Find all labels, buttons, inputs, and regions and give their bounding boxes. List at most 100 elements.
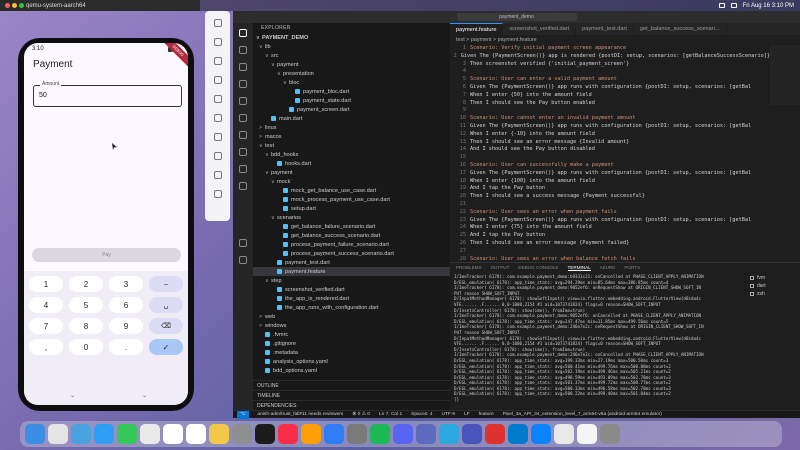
terminal-instance[interactable]: zsh [750,290,800,298]
volume-up-icon[interactable] [213,38,222,46]
terminal-instance[interactable]: dart [750,282,800,290]
testing-icon[interactable] [239,131,247,139]
file-item[interactable]: hooks.dart [253,159,450,168]
keyboard-key[interactable]: 6 [109,297,143,313]
folder-item[interactable]: > macos [253,132,450,141]
keyboard-key[interactable]: 3 [109,276,143,292]
dock-app-icon[interactable] [209,424,229,444]
back-icon[interactable] [213,133,222,141]
terminal-output[interactable]: I/ImeTracker( 6178): com.example.payment… [454,274,746,410]
folder-item[interactable]: ∨ src [253,51,450,60]
editor-tab[interactable]: payment.feature [450,23,504,35]
code-editor[interactable]: 1 Scenario: Verify initial payment screen… [450,45,770,262]
file-item[interactable]: payment_screen.dart [253,105,450,114]
wifi-icon[interactable] [730,3,737,8]
terminal-instance[interactable]: fvm [750,274,800,282]
indent-setting[interactable]: Spaces: 4 [411,412,432,417]
keyboard-key[interactable]: ✓ [149,339,183,355]
dock-app-icon[interactable] [140,424,160,444]
dock-app-icon[interactable] [531,424,551,444]
home-icon[interactable] [213,152,222,160]
folder-item[interactable]: > linux [253,123,450,132]
file-item[interactable]: get_balance_failure_scenario.dart [253,222,450,231]
dock-app-icon[interactable] [255,424,275,444]
dock-app-icon[interactable] [163,424,183,444]
dock-app-icon[interactable] [554,424,574,444]
file-item[interactable]: the_app_is_rendered.dart [253,294,450,303]
panel-tab[interactable]: TERMINAL [567,265,591,271]
remote-explorer-icon[interactable] [239,114,247,122]
dock-app-icon[interactable] [393,424,413,444]
cursor-position[interactable]: Ln 7, Col 1 [379,412,402,417]
flutter-device[interactable]: Pixel_3a_API_34_extension_level_7_arm64-… [503,412,662,417]
folder-item[interactable]: ∨ mock [253,177,450,186]
editor-tab[interactable]: payment_test.dart [576,23,634,35]
project-root[interactable]: ∨ PAYMENT_DEMO [253,33,450,42]
dock-app-icon[interactable] [232,424,252,444]
editor-tab[interactable]: get_balance_success_scenari... [634,23,727,35]
panel-tab[interactable]: DEBUG CONSOLE [518,265,558,270]
dependencies-section[interactable]: DEPENDENCIES [253,400,450,410]
folder-item[interactable]: ∨ bloc [253,78,450,87]
volume-down-icon[interactable] [213,57,222,65]
dock-app-icon[interactable] [117,424,137,444]
folder-item[interactable]: ∨ payment [253,60,450,69]
encoding[interactable]: UTF-8 [442,412,456,417]
dock-app-icon[interactable] [186,424,206,444]
explorer-icon[interactable] [239,29,247,37]
keyboard-key[interactable]: 0 [69,339,103,355]
dock-app-icon[interactable] [25,424,45,444]
source-control-icon[interactable] [239,63,247,71]
folder-item[interactable]: ∨ bdd_hooks [253,150,450,159]
file-item[interactable]: screenshot_verified.dart [253,285,450,294]
file-item[interactable]: process_payment_failure_scenario.dart [253,240,450,249]
language-mode[interactable]: feature [479,412,494,417]
dock-app-icon[interactable] [485,424,505,444]
more-icon[interactable] [213,190,222,198]
file-item[interactable]: process_payment_success_scenario.dart [253,249,450,258]
file-item[interactable]: setup.dart [253,204,450,213]
extensions-icon[interactable] [239,97,247,105]
file-item[interactable]: payment_test.dart [253,258,450,267]
close-window-icon[interactable] [5,3,10,8]
dock-app-icon[interactable] [71,424,91,444]
rotate-left-icon[interactable] [213,95,222,103]
file-item[interactable]: payment_state.dart [253,96,450,105]
minimap[interactable] [770,45,800,105]
panel-tab[interactable]: PORTS [624,265,640,270]
folder-item[interactable]: > windows [253,321,450,330]
zoom-window-icon[interactable] [19,3,24,8]
keyboard-key[interactable]: 8 [69,318,103,334]
file-item[interactable]: .fvmrc [253,330,450,339]
dock-app-icon[interactable] [508,424,528,444]
search-icon[interactable] [239,46,247,54]
folder-item[interactable]: ∨ step [253,276,450,285]
problems-count[interactable]: ⊗ 0 ⚠ 0 [352,412,370,417]
keyboard-key[interactable]: , [29,339,63,355]
battery-icon[interactable] [718,3,725,8]
folder-item[interactable]: ∨ scenarios [253,213,450,222]
keyboard-key[interactable]: 5 [69,297,103,313]
file-item[interactable]: payment.feature [253,267,450,276]
run-debug-icon[interactable] [239,80,247,88]
dock-app-icon[interactable] [94,424,114,444]
folder-item[interactable]: ∨ payment [253,168,450,177]
keyboard-key[interactable]: 4 [29,297,63,313]
file-item[interactable]: mock_process_payment_use_case.dart [253,195,450,204]
file-item[interactable]: .gitignore [253,339,450,348]
flutter-icon[interactable] [239,148,247,156]
dock-app-icon[interactable] [370,424,390,444]
file-item[interactable]: .metadata [253,348,450,357]
git-branch[interactable]: anish-adm/trust_fall#11 needs reviewers [258,412,344,417]
dock-app-icon[interactable] [324,424,344,444]
file-item[interactable]: bdd_options.yaml [253,366,450,375]
command-center-search[interactable]: payment_demo [456,13,577,21]
dock-app-icon[interactable] [48,424,68,444]
camera-icon[interactable] [213,76,222,84]
dock-app-icon[interactable] [416,424,436,444]
docker-icon[interactable] [239,165,247,173]
file-item[interactable]: payment_bloc.dart [253,87,450,96]
keyboard-key[interactable]: – [149,276,183,292]
pay-button[interactable]: Pay [32,248,181,262]
power-icon[interactable] [213,19,222,27]
